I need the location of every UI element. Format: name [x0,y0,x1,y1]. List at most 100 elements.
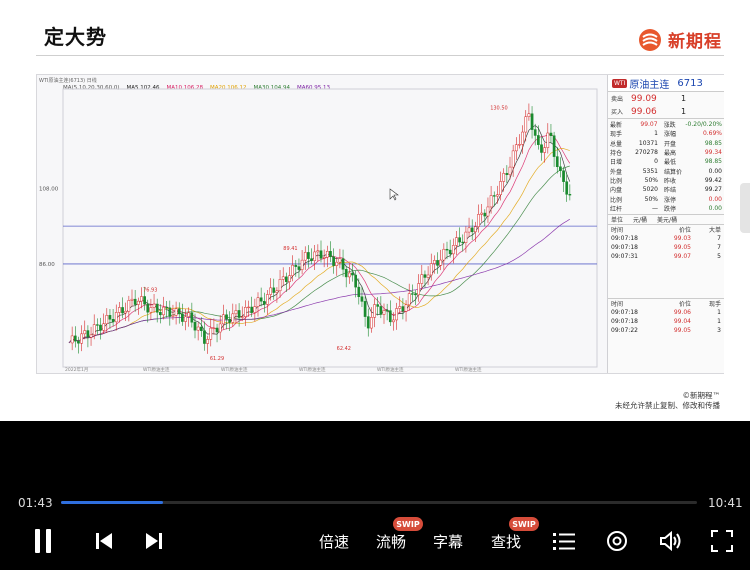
candle-body [565,181,569,195]
copyright-line-2: 未经允许禁止复制、修改和传播 [615,401,720,410]
fullscreen-button[interactable] [708,525,736,557]
pause-button[interactable] [28,525,58,557]
quote-stat-label: 跌停 [664,205,677,213]
candle-body [237,310,241,318]
moving-average-line [68,133,571,344]
previous-button[interactable] [90,525,118,557]
candle-body [118,307,121,313]
unit-usd[interactable]: 美元/桶 [657,215,677,224]
quote-stat-row: 比例 50% 昨收 99.42 [610,176,722,185]
candle-body [489,195,493,208]
quote-stat-label: 开盘 [664,140,677,148]
next-button[interactable] [140,525,168,557]
candlestick-chart[interactable]: 108.00 86.00 130.50 89.41 76.93 62.42 61.29 202… [37,75,607,373]
candle-body [140,296,143,302]
candle-body [105,315,109,325]
candle-body [86,330,90,338]
candle-body [442,248,446,261]
quote-stat-label: 最高 [664,150,677,158]
search-button[interactable]: 查找 [486,525,526,557]
candle-body [231,313,235,323]
candle-body [127,300,131,312]
candle-body [348,272,351,278]
quote-stat-value: 99.27 [704,186,722,194]
slide-title: 定大势 [44,25,107,49]
quote-stat-label: 涨幅 [664,131,677,139]
quote-stat-value: 99.42 [704,176,722,184]
candle-body [448,249,452,255]
tick-volume: 7 [717,234,721,242]
skip-forward-icon [146,533,162,549]
candle-body [439,259,443,266]
volume-icon [660,531,681,551]
ticks-header-2: 时间 价位 现手 [608,299,724,308]
tick-time: 09:07:18 [611,234,638,242]
candle-body [285,276,288,282]
sell-volume: 1 [681,94,687,103]
candle-body [228,318,232,323]
tick-volume: 7 [717,243,721,251]
subtitle-button[interactable]: 字幕 [428,525,468,557]
candle-body [171,314,175,317]
plot-frame [62,88,598,368]
candle-body [508,166,512,176]
quote-stat-value: -0.20/0.20% [685,121,722,129]
candle-body [196,326,200,331]
candle-body [464,231,468,243]
quote-stat-value: 98.85 [704,158,722,166]
playlist-button[interactable] [550,525,578,557]
quote-stat-value: 10371 [638,139,658,147]
candle-body [307,252,310,259]
candle-body [492,195,496,197]
candle-body [256,297,260,307]
candle-body [552,135,556,157]
candle-body [70,335,74,344]
candle-body [199,326,203,331]
buy-row: 买入 99.06 1 [608,105,724,118]
quote-stat-value: 1 [654,130,658,138]
unit-rmb[interactable]: 元/桶 [633,215,647,224]
candle-body [363,301,367,317]
tick-volume: 1 [717,317,721,325]
candle-body [96,324,99,326]
settings-button[interactable] [603,525,631,557]
price-annotation: 89.41 [283,246,297,252]
tick-time: 09:07:18 [611,317,638,325]
candle-body [288,275,291,282]
candle-body [414,293,417,296]
quote-stat-label: 最低 [664,159,677,167]
candle-body [99,324,102,331]
ticks-top-list: 09:07:18 99.03 7 09:07:18 99.05 7 09:07:31 99.0… [608,234,724,261]
quote-stat-value: 50% [644,176,658,184]
quality-button[interactable]: 流畅 [371,525,411,557]
candle-body [499,181,502,196]
candle-body [149,307,153,313]
candle-body [407,293,411,306]
quote-stat-label: 比例 [610,177,623,185]
candle-body [114,312,118,323]
side-drawer-handle[interactable] [740,183,750,233]
candle-body [426,274,430,278]
time-axis-label: WTI原油主连 [299,366,326,373]
quote-stat-label: 外盘 [610,168,623,176]
speed-button[interactable]: 倍速 [314,525,354,557]
candle-body [496,194,499,197]
quote-stat-label: 涨跌 [663,122,676,130]
candle-body [168,307,172,317]
volume-button[interactable] [657,525,685,557]
candle-body [351,272,354,276]
quote-title: WTI 原油主连 6713 [608,75,724,91]
candle-body [423,274,427,278]
progress-bar[interactable] [61,501,697,504]
candle-body [174,308,178,316]
candle-body [303,252,307,261]
tick-row: 09:07:18 99.03 7 [608,234,724,243]
candle-body [474,226,477,233]
candle-body [543,147,546,153]
tick-price: 99.06 [673,308,691,316]
candle-body [467,227,471,233]
price-annotation: 61.29 [210,356,224,362]
tick-time: 09:07:18 [611,308,638,316]
time-axis-label: WTI原油主连 [377,366,404,373]
candle-body [335,261,339,266]
